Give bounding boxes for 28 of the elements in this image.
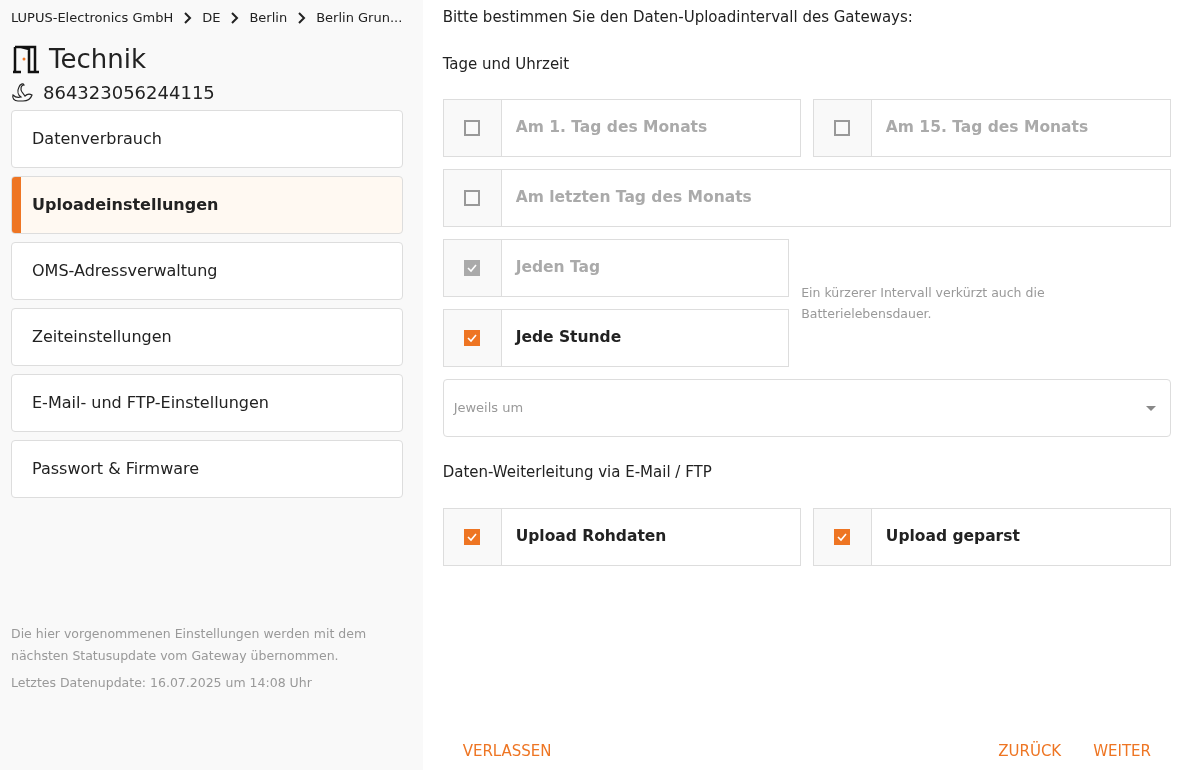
breadcrumb-link[interactable]: LUPUS-Electronics GmbH [11,8,174,28]
intro-text: Bitte bestimmen Sie den Daten-Uploadintervall des Gateways: [442,7,914,28]
nav-item[interactable]: Passwort & Firmware [11,439,403,498]
nav-item[interactable]: Datenverbrauch [11,109,403,168]
last-update: Letztes Datenupdate: 16.07.2025 um 14:08 Uhr [11,673,313,692]
chevron-icon [297,11,307,24]
breadcrumb-link[interactable]: DE [202,8,221,28]
breadcrumb-link[interactable]: Berlin [249,8,288,28]
hint-text: Ein kürzerer Intervall verkürzt auch die Batterielebensdauer. [801,283,1046,323]
device-title: Technik [49,43,146,75]
nav-item[interactable]: OMS-Adressverwaltung [11,241,403,300]
chevron-icon [230,11,240,24]
nav-item[interactable]: E-Mail- und FTP-Einstellungen [11,373,403,432]
nav-item[interactable]: Zeiteinstellungen [11,307,403,366]
chevron-icon [183,11,193,24]
checkbox[interactable] [464,330,481,346]
info-note: Die hier vorgenommenen Einstellungen werden mit dem nächsten Statusupdate vom Gateway übernommen. [11,625,368,665]
breadcrumb-current: Berlin Grun... [316,9,403,27]
serial-number: 864323056244115 [43,80,215,105]
checkbox[interactable] [834,528,851,545]
checkbox[interactable] [464,528,481,545]
section-heading: Daten-Weiterleitung via E-Mail / FTP [442,462,713,483]
caret-icon [1146,405,1156,411]
section-heading: Tage und Uhrzeit [442,53,571,75]
checkmark-icon [466,262,479,274]
door-icon [11,44,41,75]
checkmark-icon [466,332,479,344]
nav-item[interactable]: Uploadeinstellungen [11,175,403,234]
